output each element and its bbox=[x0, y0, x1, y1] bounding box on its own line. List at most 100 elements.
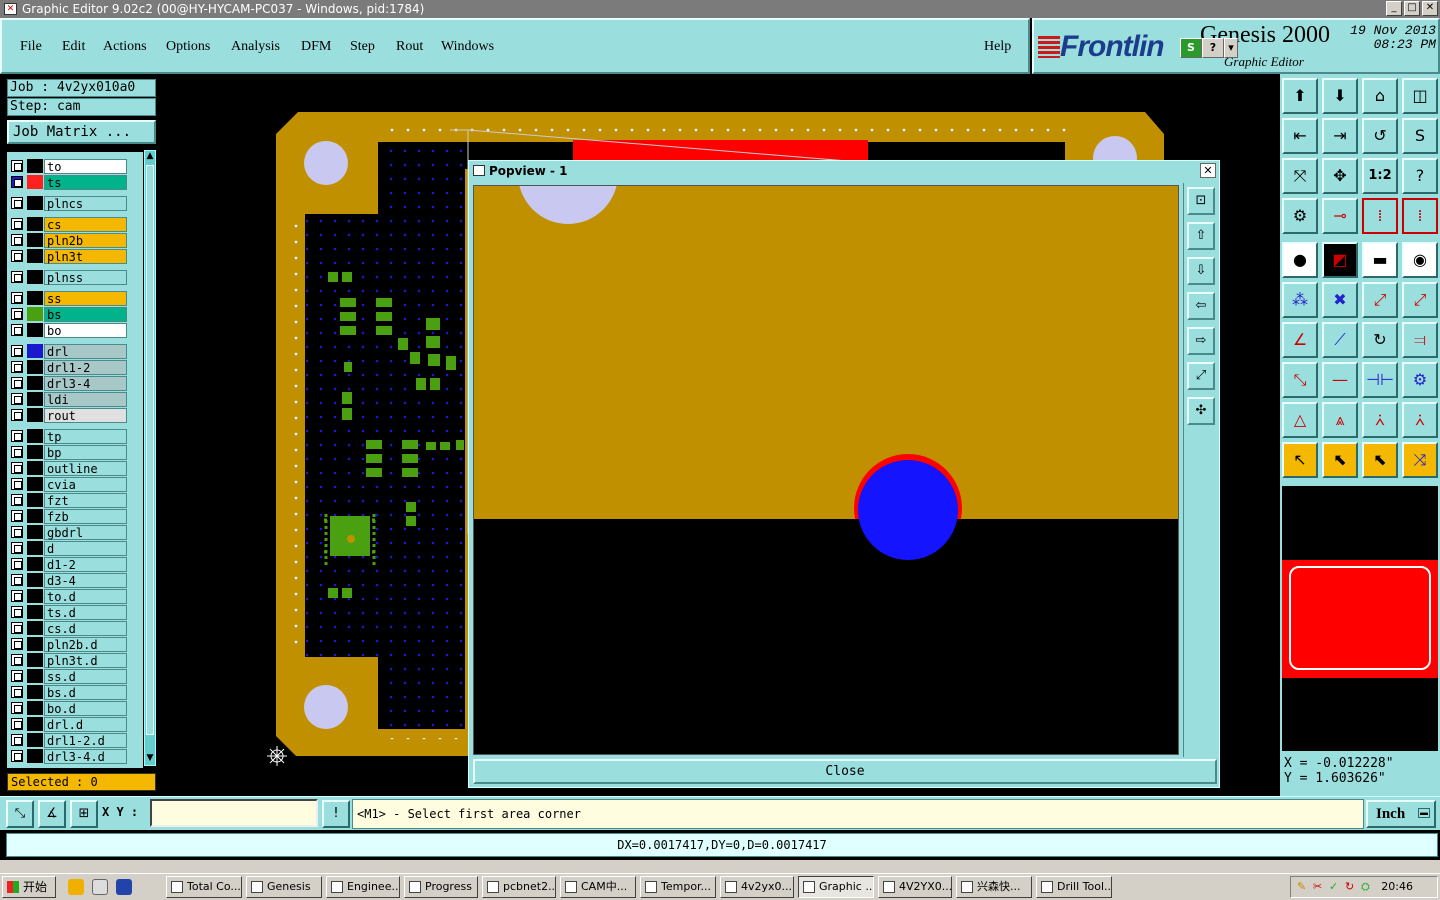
probe-icon[interactable]: ⊸ bbox=[1322, 198, 1358, 234]
layer-row-drl1-2[interactable]: drl1-2 bbox=[7, 359, 143, 375]
tray-icon-1[interactable]: ✎ bbox=[1297, 877, 1306, 897]
link-icon[interactable]: ⤢ bbox=[1362, 282, 1398, 318]
pop-zoom-fit-icon[interactable]: ⊡ bbox=[1187, 187, 1215, 215]
layer-color-swatch[interactable] bbox=[27, 323, 43, 337]
pop-zoom-out-icon[interactable]: ⤢ bbox=[1187, 362, 1215, 390]
layer-color-swatch[interactable] bbox=[27, 196, 43, 210]
layer-name[interactable]: gbdrl bbox=[44, 525, 127, 540]
layer-color-swatch[interactable] bbox=[27, 573, 43, 587]
dropdown-icon[interactable]: ▾ bbox=[1224, 38, 1238, 58]
layer-row-drl3-4-d[interactable]: drl3-4.d bbox=[7, 748, 143, 764]
layer-color-swatch[interactable] bbox=[27, 621, 43, 635]
close-window-button[interactable]: ✕ bbox=[1422, 1, 1438, 16]
layer-color-swatch[interactable] bbox=[27, 307, 43, 321]
layer-name[interactable]: bs.d bbox=[44, 685, 127, 700]
layer-name[interactable]: bo bbox=[44, 323, 127, 338]
layer-row-bo-d[interactable]: bo.d bbox=[7, 700, 143, 716]
menu-options[interactable]: Options bbox=[166, 39, 210, 55]
pop-zoom-in-icon[interactable]: ✣ bbox=[1187, 397, 1215, 425]
layer-row-to[interactable]: to bbox=[7, 158, 143, 174]
layer-color-swatch[interactable] bbox=[27, 175, 43, 189]
layer-checkbox[interactable] bbox=[11, 361, 23, 373]
arc-icon[interactable]: ↻ bbox=[1362, 322, 1398, 358]
undo-icon[interactable]: ⇤ bbox=[1282, 118, 1318, 154]
layer-row-outline[interactable]: outline bbox=[7, 460, 143, 476]
layer-name[interactable]: pln2b.d bbox=[44, 637, 127, 652]
layer-checkbox[interactable] bbox=[11, 638, 23, 650]
link2-icon[interactable]: ⤢ bbox=[1402, 282, 1438, 318]
layer-row-cs[interactable]: cs bbox=[7, 216, 143, 232]
angle-mode-icon[interactable]: ∡ bbox=[38, 800, 66, 828]
layer-checkbox[interactable] bbox=[11, 462, 23, 474]
layer-name[interactable]: to.d bbox=[44, 589, 127, 604]
maximize-button[interactable]: □ bbox=[1404, 1, 1420, 16]
layer-name[interactable]: d1-2 bbox=[44, 557, 127, 572]
popview-close-icon[interactable]: ✕ bbox=[1200, 163, 1216, 178]
unit-dropdown-icon[interactable]: ▬ bbox=[1418, 808, 1430, 818]
tray-icon-5[interactable]: ⛭ bbox=[1361, 877, 1370, 897]
layer-checkbox[interactable] bbox=[11, 510, 23, 522]
layer-checkbox[interactable] bbox=[11, 430, 23, 442]
layer-color-swatch[interactable] bbox=[27, 509, 43, 523]
triangle2-icon[interactable]: ⩓ bbox=[1322, 402, 1358, 438]
info-icon[interactable]: ! bbox=[322, 800, 350, 828]
layer-name[interactable]: cvia bbox=[44, 477, 127, 492]
layer-row-pln3t[interactable]: pln3t bbox=[7, 248, 143, 264]
menu-dfm[interactable]: DFM bbox=[301, 39, 331, 55]
layer-name[interactable]: outline bbox=[44, 461, 127, 476]
scroll-up-icon[interactable]: ▲ bbox=[145, 151, 155, 163]
line-draw-icon[interactable]: ◩ bbox=[1322, 242, 1358, 278]
layer-checkbox[interactable] bbox=[11, 271, 23, 283]
menu-analysis[interactable]: Analysis bbox=[231, 39, 280, 55]
ruler-icon[interactable]: ▬ bbox=[1362, 242, 1398, 278]
group-icon[interactable]: ⚙ bbox=[1402, 362, 1438, 398]
scroll-down-icon[interactable]: ▼ bbox=[145, 753, 155, 765]
layer-checkbox[interactable] bbox=[11, 526, 23, 538]
layer-color-swatch[interactable] bbox=[27, 701, 43, 715]
open-step-icon[interactable]: ⬆ bbox=[1282, 78, 1318, 114]
layer-name[interactable]: drl bbox=[44, 344, 127, 359]
layer-row-drl[interactable]: drl bbox=[7, 343, 143, 359]
layer-checkbox[interactable] bbox=[11, 478, 23, 490]
taskbar-item[interactable]: Graphic ... bbox=[798, 876, 874, 898]
layer-color-swatch[interactable] bbox=[27, 669, 43, 683]
tray-icon-3[interactable]: ✓ bbox=[1329, 877, 1338, 897]
angle-icon[interactable]: ∠ bbox=[1282, 322, 1318, 358]
layer-row-cvia[interactable]: cvia bbox=[7, 476, 143, 492]
layer-name[interactable]: bs bbox=[44, 307, 127, 322]
pop-pan-left-icon[interactable]: ⇦ bbox=[1187, 292, 1215, 320]
layer-name[interactable]: fzt bbox=[44, 493, 127, 508]
select-net-icon[interactable]: ⤨ bbox=[1402, 442, 1438, 478]
layer-checkbox[interactable] bbox=[11, 718, 23, 730]
layer-row-bs-d[interactable]: bs.d bbox=[7, 684, 143, 700]
layer-checkbox[interactable] bbox=[11, 686, 23, 698]
layer-name[interactable]: tp bbox=[44, 429, 127, 444]
select-arrow-icon[interactable]: ↖ bbox=[1282, 442, 1318, 478]
layer-name[interactable]: cs bbox=[44, 217, 127, 232]
panel-icon[interactable]: ◫ bbox=[1402, 78, 1438, 114]
point-icon[interactable]: ● bbox=[1282, 242, 1318, 278]
popview-title-bar[interactable]: Popview - 1 bbox=[469, 161, 1219, 181]
layer-checkbox[interactable] bbox=[11, 702, 23, 714]
s-icon[interactable]: S bbox=[1180, 38, 1202, 58]
layer-name[interactable]: drl1-2 bbox=[44, 360, 127, 375]
layer-row-drl1-2-d[interactable]: drl1-2.d bbox=[7, 732, 143, 748]
layer-name[interactable]: bp bbox=[44, 445, 127, 460]
popview-canvas[interactable] bbox=[473, 185, 1179, 755]
layer-checkbox[interactable] bbox=[11, 234, 23, 246]
select-box-icon[interactable]: ⬉ bbox=[1322, 442, 1358, 478]
layer-row-plncs[interactable]: plncs bbox=[7, 195, 143, 211]
pop-pan-right-icon[interactable]: ⇨ bbox=[1187, 327, 1215, 355]
layer-row-ts[interactable]: ts bbox=[7, 174, 143, 190]
net-compare-icon[interactable]: ⁞ bbox=[1402, 198, 1438, 234]
layer-color-swatch[interactable] bbox=[27, 159, 43, 173]
taskbar-item[interactable]: pcbnet2... bbox=[482, 876, 556, 898]
layer-checkbox[interactable] bbox=[11, 409, 23, 421]
layer-row-cs-d[interactable]: cs.d bbox=[7, 620, 143, 636]
layer-checkbox[interactable] bbox=[11, 654, 23, 666]
layer-name[interactable]: plnss bbox=[44, 270, 127, 285]
layer-row-ss-d[interactable]: ss.d bbox=[7, 668, 143, 684]
layer-row-bp[interactable]: bp bbox=[7, 444, 143, 460]
layer-color-swatch[interactable] bbox=[27, 233, 43, 247]
layer-row-drl-d[interactable]: drl.d bbox=[7, 716, 143, 732]
